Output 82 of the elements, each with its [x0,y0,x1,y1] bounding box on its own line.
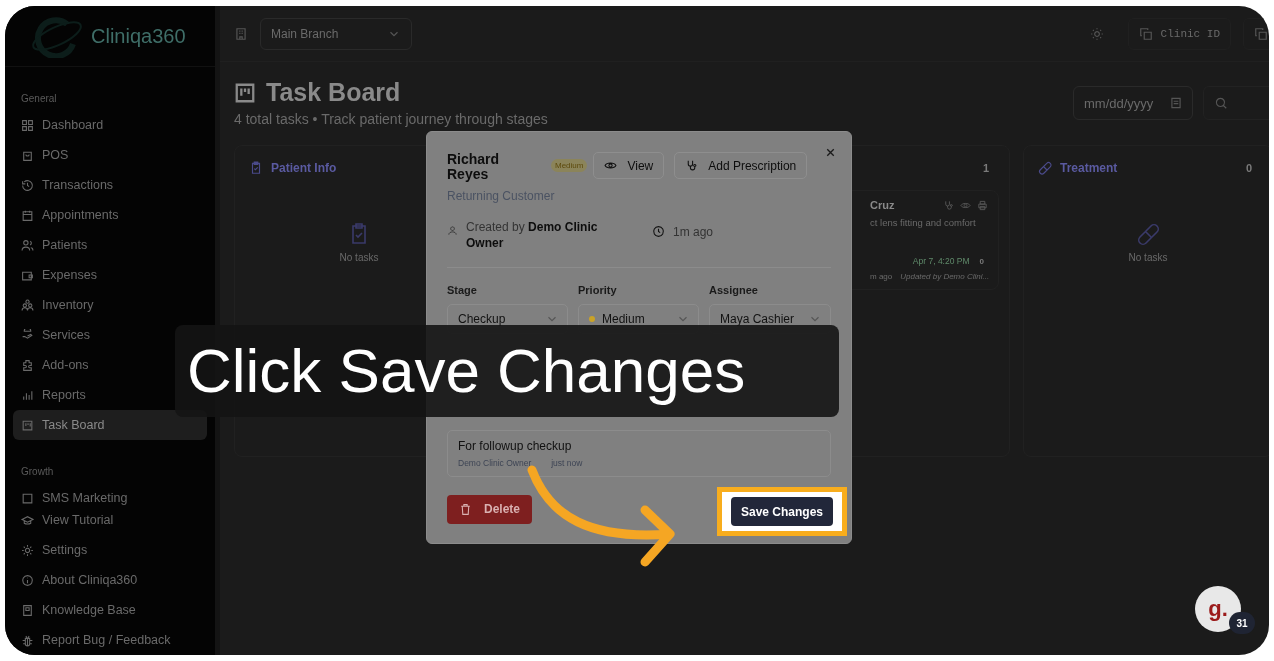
building-icon [234,26,248,41]
comment-count: 0 [978,256,985,266]
notification-badge: 31 [1229,612,1255,634]
history-icon [21,178,34,192]
clinic-id-button[interactable]: Clinic ID [1127,17,1231,50]
field-label: Stage [447,284,478,297]
save-changes-button[interactable]: Save Changes [730,497,833,526]
eye-icon [604,159,618,172]
empty-state-text: No tasks [1128,252,1168,263]
help-logo: g. [1208,596,1228,622]
add-prescription-button[interactable]: Add Prescription [674,152,808,179]
nav-item[interactable]: POS [13,140,207,170]
calendar-icon [21,208,34,222]
users-icon [21,238,34,252]
priority-badge: Medium [551,159,588,172]
updated-by-text: Updated by Demo Clini... [900,272,990,281]
user-icon [447,224,458,236]
delete-button[interactable]: Delete [447,494,533,524]
empty-state-text: No tasks [339,252,379,263]
settings-icon [21,543,34,557]
calendar-icon[interactable] [1169,96,1183,110]
section-heading: General [20,92,58,106]
sun-icon[interactable] [1089,26,1104,41]
nav-item[interactable]: Expenses [13,260,207,290]
task-count: 1 [981,161,990,176]
stethoscope-icon [685,159,699,172]
trash-icon [459,502,472,516]
copy-icon [1138,26,1153,41]
section-heading: Growth [20,465,55,479]
nav-item[interactable]: About Cliniqa360 [13,565,207,595]
page-subtitle: 4 total tasks • Track patient journey through stages [234,111,549,127]
pill-icon [1136,222,1160,246]
patient-name: Richard Reyes [447,152,501,183]
nav-item[interactable]: Report Bug / Feedback [13,625,207,655]
task-age: m ago [870,272,893,281]
page-title: Task Board [266,78,401,107]
pill-icon [1038,161,1052,175]
close-icon[interactable] [824,146,837,159]
grid-icon [21,118,34,132]
nav-item[interactable]: Task Board [13,410,207,440]
nav-item[interactable]: Dashboard [13,110,207,140]
nav-item[interactable]: Transactions [13,170,207,200]
puzzle-icon [21,358,34,372]
clock-icon [652,224,665,238]
due-date: Apr 7, 4:20 PM [912,256,970,266]
note-text: For followup checkup [458,439,573,454]
created-by-text: Created by Demo Clinic Owner [466,218,599,252]
nav-item[interactable]: Settings [13,535,207,565]
nav-item[interactable]: Knowledge Base [13,595,207,625]
search-field[interactable] [1203,86,1269,120]
column-title: Patient Info [271,161,337,175]
search-icon [1214,96,1228,110]
task-description: ct lens fitting and comfort [870,217,977,228]
date-field[interactable]: mm/dd/yyyy [1073,86,1193,120]
kanban-icon [234,81,256,104]
field-label: Assignee [708,284,759,297]
clipboard-icon [249,161,263,175]
stethoscope-icon[interactable] [943,199,954,211]
patient-name: Cruz [870,199,895,211]
nav-item[interactable]: Appointments [13,200,207,230]
printer-icon[interactable] [977,199,988,211]
copy-icon [1254,26,1268,41]
tutorial-tooltip: Click Save Changes [175,325,839,417]
view-button[interactable]: View [593,152,665,179]
column-title: Treatment [1060,161,1118,175]
kanban-icon [21,418,34,432]
task-count: 0 [1244,161,1253,176]
book-icon [21,603,34,617]
boxes-icon [21,298,34,312]
square-icon [21,491,34,505]
field-label: Priority [578,284,618,297]
nav-item[interactable]: Inventory [13,290,207,320]
logo-text: Cliniqa360 [91,24,186,48]
time-ago: 1m ago [673,224,714,239]
bar-chart-icon [21,388,34,402]
note-time: just now [551,458,583,469]
graduation-cap-icon [21,513,34,527]
bug-icon [21,633,34,647]
copy-button[interactable] [1243,17,1269,50]
nav-item[interactable]: Patients [13,230,207,260]
branch-select[interactable]: Main Branch [260,17,412,50]
info-icon [21,573,34,587]
